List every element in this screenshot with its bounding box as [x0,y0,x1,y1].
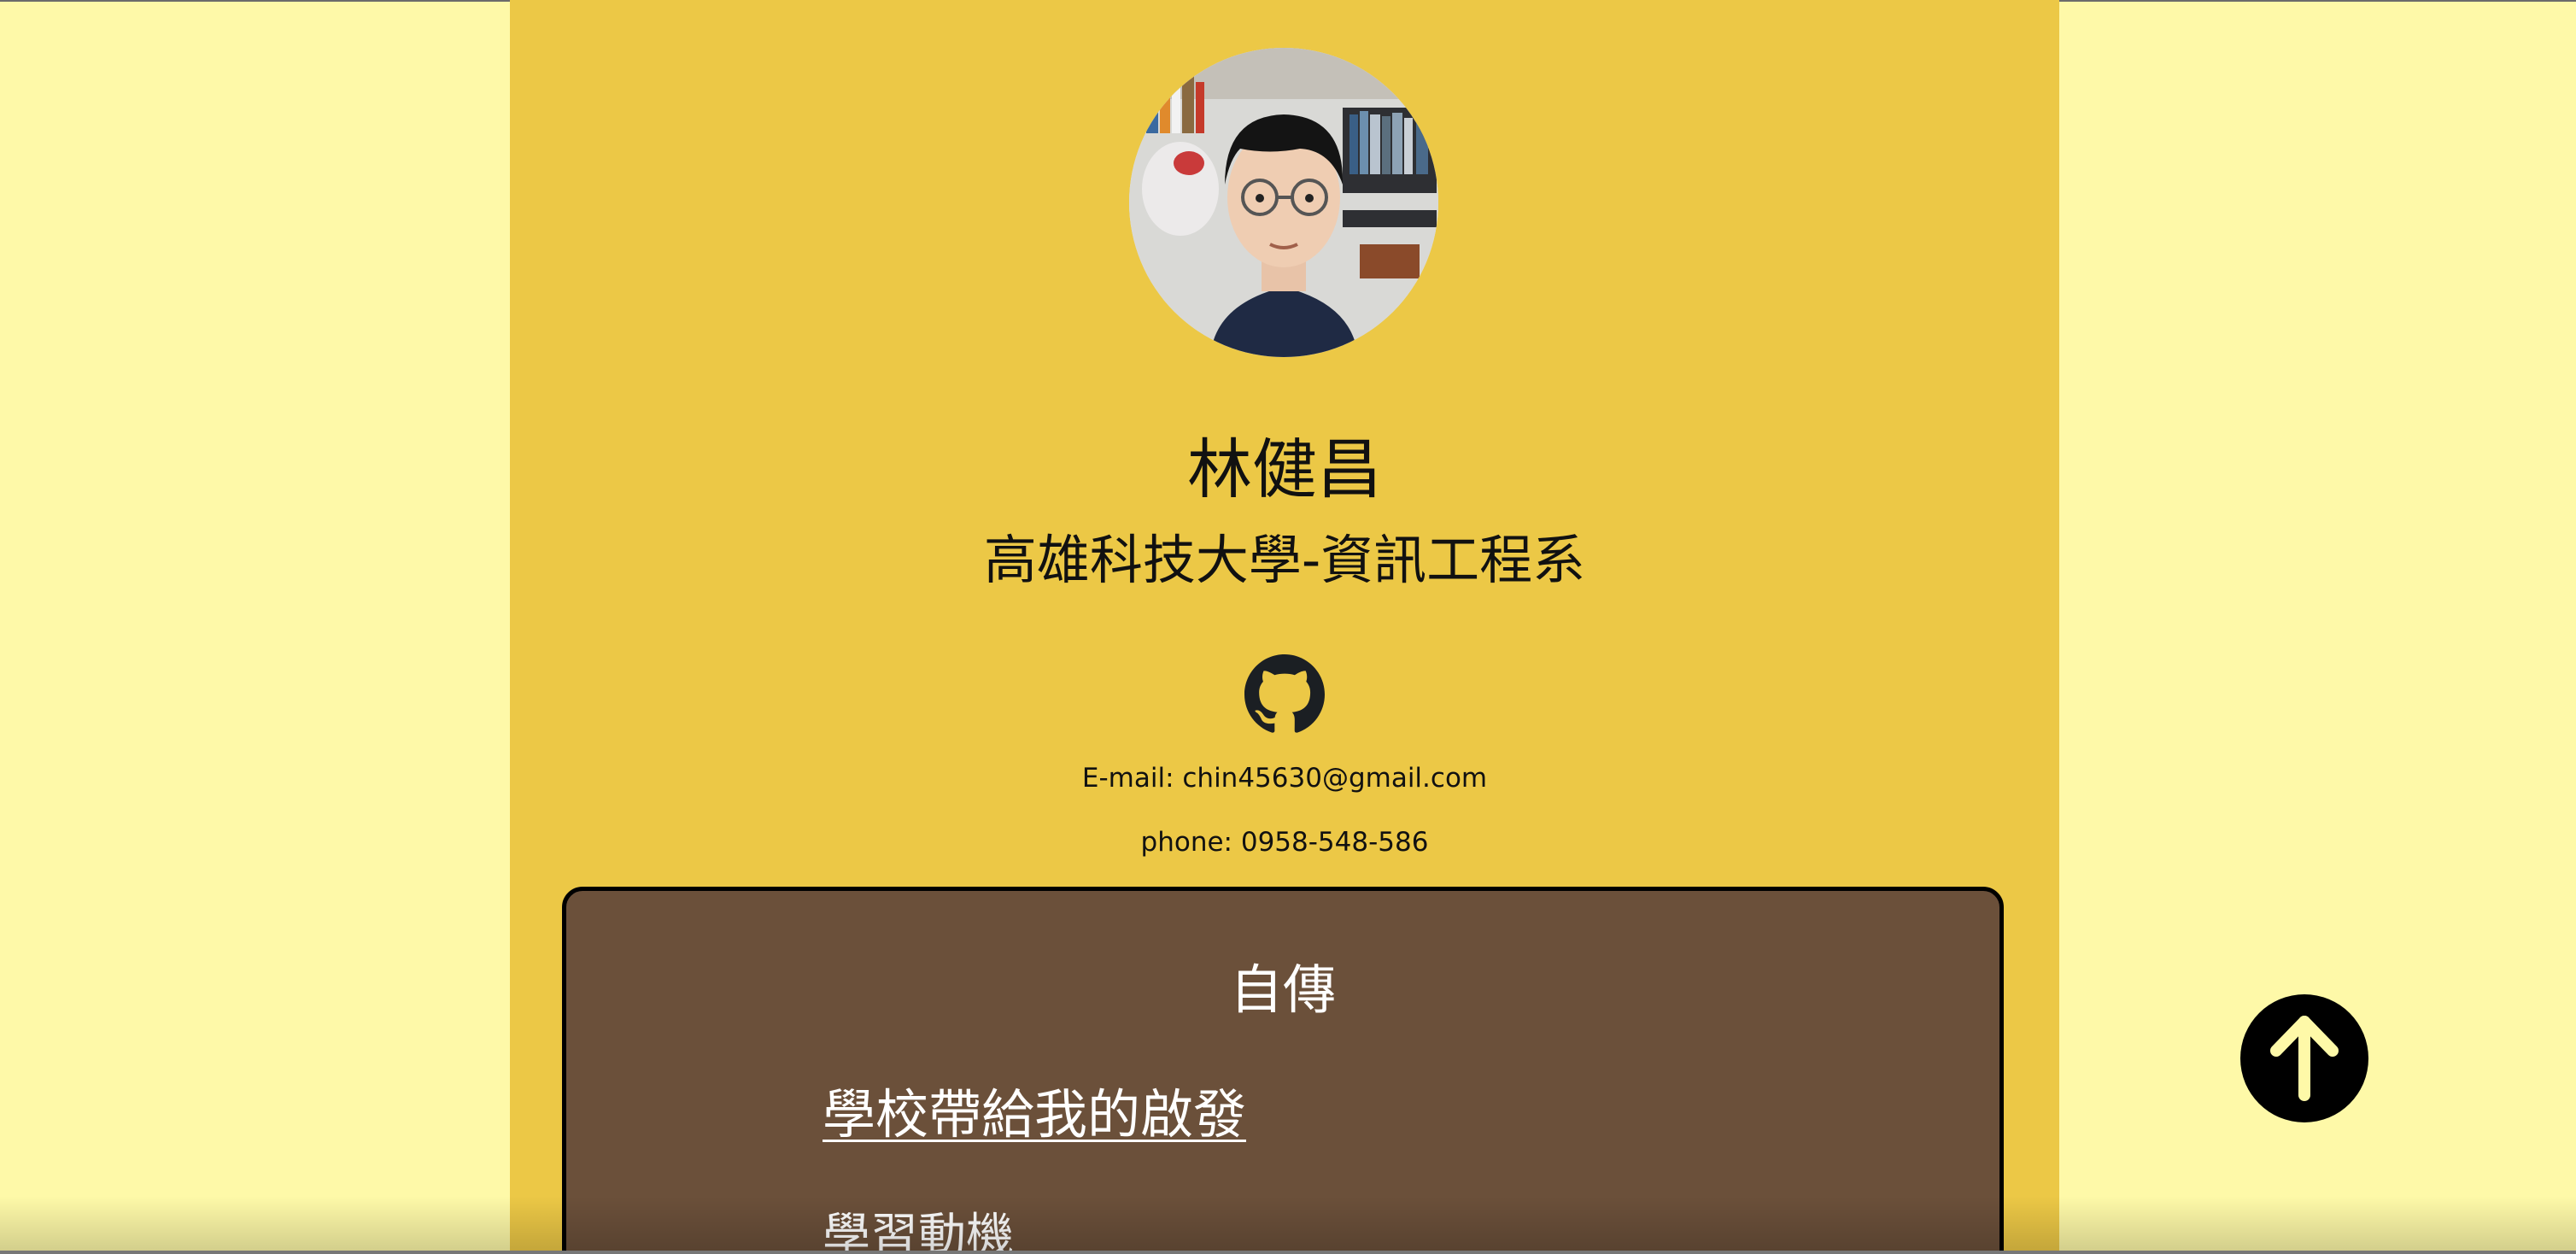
bottom-border [0,1251,2576,1254]
phone-text: phone: 0958-548-586 [1140,827,1429,858]
bio-section-link[interactable]: 學校帶給我的啟發 [823,1081,1246,1149]
bio-title: 自傳 [1229,958,1336,1021]
arrow-up-icon [2270,1016,2339,1101]
avatar [1129,48,1438,357]
scroll-to-top-button[interactable] [2240,994,2368,1122]
bio-subheading: 學習動機 [823,1209,1014,1254]
page: 林健昌 高雄科技大學-資訊工程系 E-mail: chin45630@gmail… [0,0,2576,1254]
profile-name: 林健昌 [1187,431,1382,507]
main-column: 林健昌 高雄科技大學-資訊工程系 E-mail: chin45630@gmail… [510,0,2059,1254]
bio-card: 自傳 學校帶給我的啟發 學習動機 [562,887,2004,1254]
github-icon[interactable] [1244,654,1325,735]
profile-school: 高雄科技大學-資訊工程系 [983,529,1586,591]
email-text: E-mail: chin45630@gmail.com [1081,763,1488,794]
